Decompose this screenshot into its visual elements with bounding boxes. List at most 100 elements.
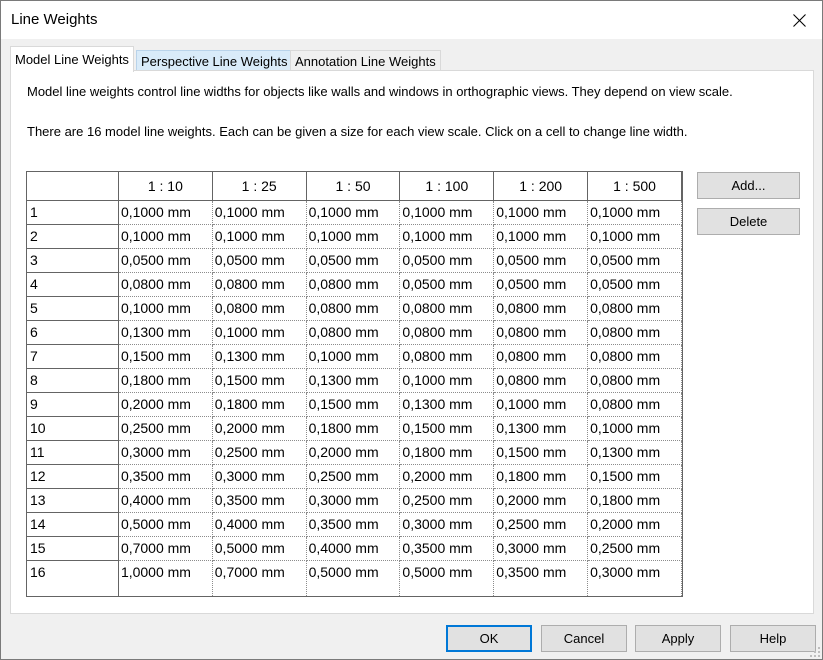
line-weight-cell[interactable]: 0,2500 mm — [399, 488, 495, 513]
line-weight-cell[interactable]: 0,3000 mm — [399, 512, 495, 537]
line-weight-cell[interactable]: 0,1000 mm — [493, 392, 589, 417]
line-weight-cell[interactable]: 0,0800 mm — [118, 272, 213, 297]
line-weight-cell[interactable]: 0,0800 mm — [306, 320, 401, 345]
line-weight-cell[interactable]: 0,1000 mm — [306, 224, 401, 249]
line-weight-cell[interactable]: 0,1000 mm — [399, 224, 495, 249]
line-weight-cell[interactable]: 0,0800 mm — [493, 320, 589, 345]
line-weight-cell[interactable]: 0,1800 mm — [212, 392, 307, 417]
line-weight-cell[interactable]: 0,0800 mm — [212, 272, 307, 297]
line-weight-cell[interactable]: 0,1500 mm — [212, 368, 307, 393]
line-weight-cell[interactable]: 0,1000 mm — [118, 200, 213, 225]
line-weight-cell[interactable]: 0,3000 mm — [212, 464, 307, 489]
line-weight-cell[interactable]: 0,0800 mm — [587, 368, 682, 393]
line-weight-cell[interactable]: 0,1000 mm — [306, 344, 401, 369]
line-weight-cell[interactable]: 0,0500 mm — [399, 272, 495, 297]
line-weight-cell[interactable]: 0,2500 mm — [587, 536, 682, 561]
tab-model-line-weights[interactable]: Model Line Weights — [10, 46, 134, 72]
line-weight-cell[interactable]: 1,0000 mm — [118, 560, 213, 596]
line-weight-cell[interactable]: 0,4000 mm — [306, 536, 401, 561]
line-weight-cell[interactable]: 0,0800 mm — [587, 344, 682, 369]
line-weight-cell[interactable]: 0,1000 mm — [118, 224, 213, 249]
line-weight-cell[interactable]: 0,3500 mm — [212, 488, 307, 513]
line-weight-cell[interactable]: 0,0800 mm — [493, 368, 589, 393]
line-weight-cell[interactable]: 0,5000 mm — [306, 560, 401, 596]
line-weight-cell[interactable]: 0,0800 mm — [399, 344, 495, 369]
line-weight-cell[interactable]: 0,2000 mm — [587, 512, 682, 537]
line-weight-cell[interactable]: 0,5000 mm — [212, 536, 307, 561]
line-weight-cell[interactable]: 0,1000 mm — [587, 200, 682, 225]
resize-grip-icon[interactable] — [810, 647, 820, 657]
line-weight-cell[interactable]: 0,0800 mm — [587, 296, 682, 321]
line-weight-cell[interactable]: 0,0500 mm — [306, 248, 401, 273]
line-weight-cell[interactable]: 0,0800 mm — [399, 320, 495, 345]
line-weight-cell[interactable]: 0,2500 mm — [212, 440, 307, 465]
line-weight-cell[interactable]: 0,3500 mm — [493, 560, 589, 596]
line-weight-cell[interactable]: 0,1000 mm — [399, 368, 495, 393]
line-weight-cell[interactable]: 0,2000 mm — [493, 488, 589, 513]
line-weight-cell[interactable]: 0,1000 mm — [212, 200, 307, 225]
line-weight-cell[interactable]: 0,1000 mm — [306, 200, 401, 225]
line-weight-cell[interactable]: 0,1800 mm — [587, 488, 682, 513]
line-weight-cell[interactable]: 0,1300 mm — [306, 368, 401, 393]
line-weight-cell[interactable]: 0,0800 mm — [306, 296, 401, 321]
tab-perspective-line-weights[interactable]: Perspective Line Weights — [136, 50, 293, 72]
line-weight-cell[interactable]: 0,2000 mm — [212, 416, 307, 441]
line-weight-cell[interactable]: 0,1500 mm — [118, 344, 213, 369]
line-weight-cell[interactable]: 0,1000 mm — [399, 200, 495, 225]
line-weight-cell[interactable]: 0,1000 mm — [212, 224, 307, 249]
tab-annotation-line-weights[interactable]: Annotation Line Weights — [290, 50, 441, 72]
line-weight-cell[interactable]: 0,2000 mm — [399, 464, 495, 489]
line-weight-cell[interactable]: 0,0800 mm — [493, 344, 589, 369]
line-weight-cell[interactable]: 0,2000 mm — [118, 392, 213, 417]
line-weight-cell[interactable]: 0,1300 mm — [587, 440, 682, 465]
line-weight-cell[interactable]: 0,1500 mm — [399, 416, 495, 441]
line-weight-cell[interactable]: 0,1000 mm — [118, 296, 213, 321]
line-weight-cell[interactable]: 0,1000 mm — [212, 320, 307, 345]
line-weight-cell[interactable]: 0,0800 mm — [493, 296, 589, 321]
line-weight-cell[interactable]: 0,3000 mm — [118, 440, 213, 465]
line-weight-cell[interactable]: 0,1800 mm — [493, 464, 589, 489]
line-weight-cell[interactable]: 0,0500 mm — [587, 248, 682, 273]
line-weight-cell[interactable]: 0,2500 mm — [118, 416, 213, 441]
line-weight-cell[interactable]: 0,1000 mm — [587, 224, 682, 249]
line-weight-cell[interactable]: 0,1500 mm — [493, 440, 589, 465]
line-weight-cell[interactable]: 0,3500 mm — [399, 536, 495, 561]
line-weight-cell[interactable]: 0,7000 mm — [212, 560, 307, 596]
line-weight-cell[interactable]: 0,7000 mm — [118, 536, 213, 561]
cancel-button[interactable]: Cancel — [541, 625, 627, 652]
line-weight-cell[interactable]: 0,1500 mm — [306, 392, 401, 417]
line-weight-cell[interactable]: 0,0500 mm — [212, 248, 307, 273]
delete-button[interactable]: Delete — [697, 208, 800, 235]
line-weight-cell[interactable]: 0,1000 mm — [493, 200, 589, 225]
ok-button[interactable]: OK — [446, 625, 532, 652]
line-weight-cell[interactable]: 0,1500 mm — [587, 464, 682, 489]
line-weight-cell[interactable]: 0,1800 mm — [399, 440, 495, 465]
line-weight-cell[interactable]: 0,2500 mm — [306, 464, 401, 489]
line-weight-cell[interactable]: 0,0800 mm — [587, 320, 682, 345]
line-weight-cell[interactable]: 0,5000 mm — [118, 512, 213, 537]
line-weight-cell[interactable]: 0,0500 mm — [493, 272, 589, 297]
line-weight-cell[interactable]: 0,1000 mm — [493, 224, 589, 249]
line-weight-cell[interactable]: 0,0500 mm — [118, 248, 213, 273]
line-weight-cell[interactable]: 0,3000 mm — [493, 536, 589, 561]
line-weight-cell[interactable]: 0,5000 mm — [399, 560, 495, 596]
line-weight-cell[interactable]: 0,0800 mm — [587, 392, 682, 417]
line-weight-cell[interactable]: 0,3500 mm — [118, 464, 213, 489]
line-weight-cell[interactable]: 0,1000 mm — [587, 416, 682, 441]
line-weight-cell[interactable]: 0,0800 mm — [212, 296, 307, 321]
line-weight-cell[interactable]: 0,1300 mm — [493, 416, 589, 441]
apply-button[interactable]: Apply — [635, 625, 721, 652]
line-weight-cell[interactable]: 0,3000 mm — [306, 488, 401, 513]
line-weight-cell[interactable]: 0,1300 mm — [399, 392, 495, 417]
close-button[interactable] — [776, 1, 822, 39]
help-button[interactable]: Help — [730, 625, 816, 652]
line-weight-cell[interactable]: 0,2500 mm — [493, 512, 589, 537]
line-weight-cell[interactable]: 0,0800 mm — [399, 296, 495, 321]
line-weight-cell[interactable]: 0,2000 mm — [306, 440, 401, 465]
line-weight-cell[interactable]: 0,1300 mm — [118, 320, 213, 345]
line-weight-cell[interactable]: 0,0800 mm — [306, 272, 401, 297]
line-weight-cell[interactable]: 0,4000 mm — [212, 512, 307, 537]
line-weight-cell[interactable]: 0,0500 mm — [399, 248, 495, 273]
line-weight-cell[interactable]: 0,0500 mm — [493, 248, 589, 273]
line-weight-cell[interactable]: 0,1300 mm — [212, 344, 307, 369]
